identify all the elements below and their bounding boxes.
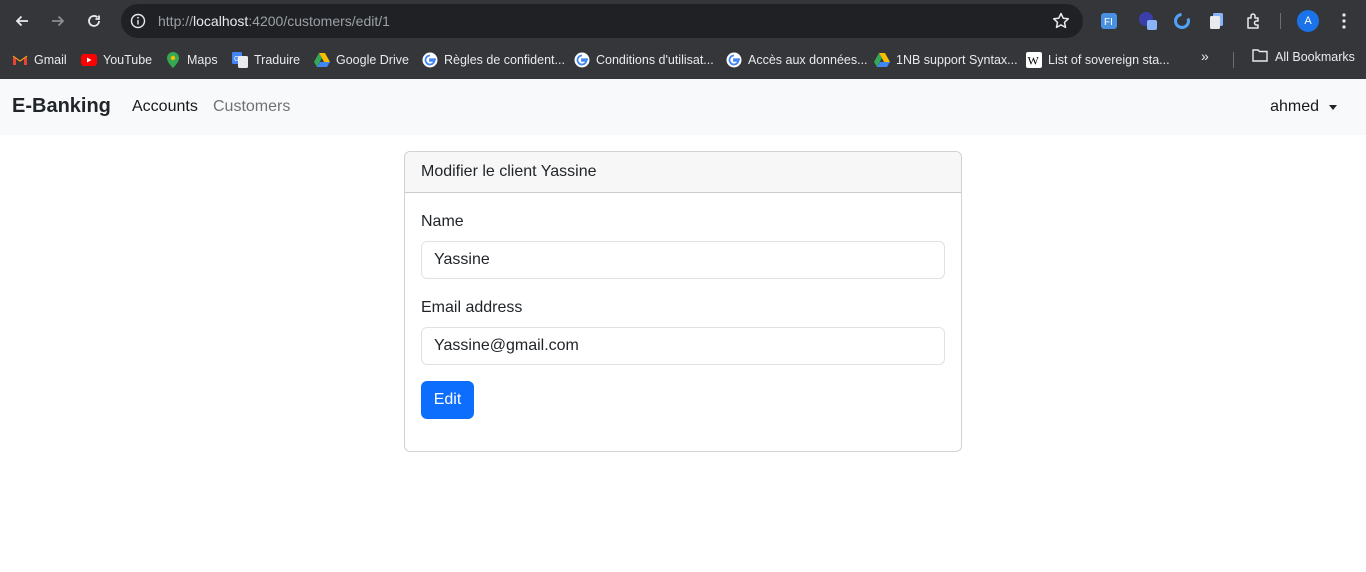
caret-down-icon xyxy=(1329,104,1337,110)
youtube-icon xyxy=(81,52,97,68)
browser-menu-icon[interactable] xyxy=(1333,10,1355,32)
extensions-puzzle-icon[interactable] xyxy=(1243,10,1265,32)
reload-icon xyxy=(88,15,100,27)
bookmark-google-drive[interactable]: Google Drive xyxy=(308,48,415,72)
back-button[interactable] xyxy=(10,9,34,33)
bookmark-1nb-support[interactable]: 1NB support Syntax... xyxy=(868,48,1024,72)
google-icon xyxy=(726,52,742,68)
profile-avatar[interactable]: A xyxy=(1297,10,1319,32)
bookmark-youtube[interactable]: YouTube xyxy=(75,48,158,72)
edit-button[interactable]: Edit xyxy=(421,381,474,419)
bookmark-acces[interactable]: Accès aux données... xyxy=(720,48,874,72)
drive-icon xyxy=(314,52,330,68)
name-input[interactable] xyxy=(421,241,945,279)
folder-icon xyxy=(1252,48,1268,65)
bookmark-conditions[interactable]: Conditions d'utilisat... xyxy=(568,48,720,72)
edit-customer-card: Modifier le client Yassine Name Email ad… xyxy=(404,151,962,452)
brand-logo[interactable]: E-Banking xyxy=(12,95,111,118)
bookmarks-divider xyxy=(1233,52,1234,68)
site-info-icon[interactable] xyxy=(129,12,147,30)
url-text: http://localhost:4200/customers/edit/1 xyxy=(158,13,390,29)
app-navbar: E-Banking Accounts Customers ahmed xyxy=(0,79,1366,135)
bookmark-traduire[interactable]: G Traduire xyxy=(226,48,306,72)
gmail-icon xyxy=(12,52,28,68)
translate-extension-icon[interactable]: FI xyxy=(1098,10,1120,32)
bookmark-regles[interactable]: Règles de confident... xyxy=(416,48,571,72)
arrow-right-icon xyxy=(52,15,65,27)
user-dropdown[interactable]: ahmed xyxy=(1270,98,1337,116)
sync-extension-icon[interactable] xyxy=(1171,10,1193,32)
google-icon xyxy=(422,52,438,68)
bookmark-star-icon[interactable] xyxy=(1051,11,1071,31)
svg-text:W: W xyxy=(1028,54,1040,68)
email-label: Email address xyxy=(421,299,523,316)
reload-button[interactable] xyxy=(82,9,106,33)
card-title: Modifier le client Yassine xyxy=(405,152,961,193)
nav-link-accounts[interactable]: Accounts xyxy=(132,98,198,116)
toolbar-divider xyxy=(1280,13,1281,29)
wikipedia-icon: W xyxy=(1026,52,1042,68)
bookmark-list-sovereign[interactable]: W List of sovereign sta... xyxy=(1020,48,1176,72)
drive-icon xyxy=(874,52,890,68)
nav-link-customers[interactable]: Customers xyxy=(213,98,290,116)
bookmark-maps[interactable]: Maps xyxy=(159,48,224,72)
bookmark-gmail[interactable]: Gmail xyxy=(6,48,73,72)
maps-icon xyxy=(165,52,181,68)
extension-icon[interactable] xyxy=(1137,10,1159,32)
browser-toolbar: http://localhost:4200/customers/edit/1 F… xyxy=(0,0,1366,41)
bookmarks-bar: Gmail YouTube Maps G Traduire Google Dri… xyxy=(0,41,1366,79)
svg-text:G: G xyxy=(234,56,239,63)
docs-extension-icon[interactable] xyxy=(1206,10,1228,32)
user-name: ahmed xyxy=(1270,98,1319,115)
name-label: Name xyxy=(421,213,464,230)
translate-icon: G xyxy=(232,52,248,68)
svg-text:FI: FI xyxy=(1104,17,1113,28)
more-bookmarks-chevron-icon[interactable]: » xyxy=(1201,48,1209,64)
email-input[interactable] xyxy=(421,327,945,365)
browser-chrome: http://localhost:4200/customers/edit/1 F… xyxy=(0,0,1366,79)
arrow-left-icon xyxy=(15,15,28,27)
forward-button[interactable] xyxy=(46,9,70,33)
address-bar[interactable]: http://localhost:4200/customers/edit/1 xyxy=(121,4,1083,38)
all-bookmarks-button[interactable]: All Bookmarks xyxy=(1252,48,1355,65)
google-icon xyxy=(574,52,590,68)
